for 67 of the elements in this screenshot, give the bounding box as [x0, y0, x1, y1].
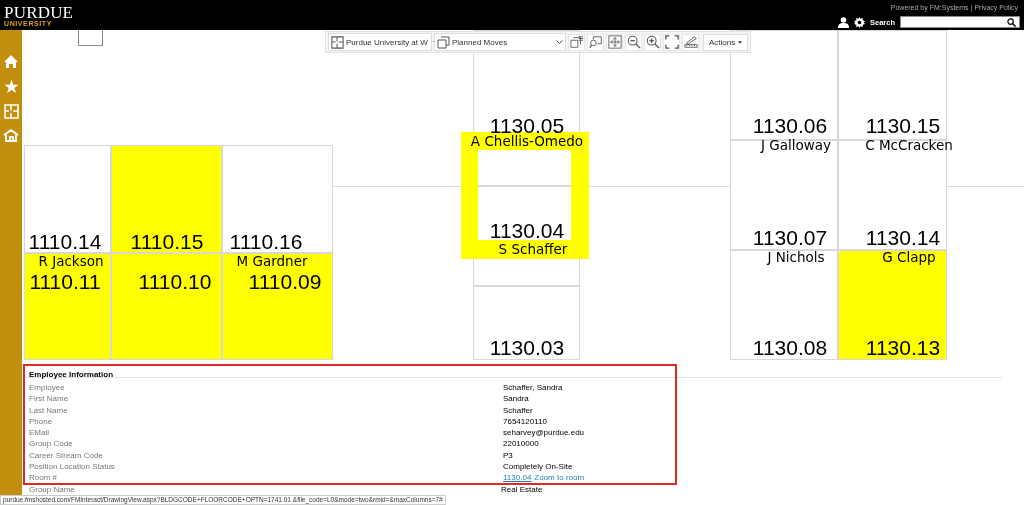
chevron-down-icon [556, 39, 563, 45]
caret-icon [738, 40, 743, 44]
occupant-name: R Jackson [38, 253, 104, 269]
room-number: 1130.14 [865, 227, 941, 249]
floorplan-icon[interactable] [3, 104, 19, 119]
field-value: Real Estate [501, 485, 543, 494]
field-value: Sandra [503, 393, 529, 405]
home-icon[interactable] [3, 54, 19, 69]
occupant-name: G Clapp [882, 249, 936, 265]
field-label: EMail [29, 427, 49, 439]
occupant-name: C McCracken [865, 137, 953, 153]
room-number: 1130.08 [752, 337, 828, 359]
layers-icon [437, 35, 450, 49]
occupant-name: S Schaffer [498, 241, 568, 257]
occupant-name: J Galloway [760, 137, 832, 153]
star-icon[interactable] [3, 79, 19, 94]
actions-button[interactable]: Actions [703, 33, 749, 51]
zoom-in-icon[interactable] [644, 33, 661, 51]
field-value: P3 [503, 449, 513, 462]
building-icon[interactable] [3, 129, 19, 142]
field-value: Completely On-Site [503, 461, 573, 473]
room-number: 1110.10 [138, 271, 212, 293]
zoom-out-icon[interactable] [625, 33, 642, 51]
room-number: 1130.03 [489, 337, 565, 359]
room-number: 1130.06 [752, 115, 828, 137]
ruler-pencil-icon[interactable] [682, 33, 699, 51]
room-number: 1110.09 [248, 271, 322, 293]
field-label: Phone [29, 415, 53, 428]
field-label: Group Name [29, 485, 75, 494]
field-label: Career Stream Code [29, 449, 103, 462]
field-label: Last Name [29, 404, 68, 416]
field-value: 7654120110 [503, 415, 547, 428]
room-number: 1110.11 [29, 271, 101, 293]
search-field[interactable] [900, 16, 1020, 28]
occupant-name: M Gardner [236, 253, 308, 269]
field-label: Employee [29, 382, 65, 394]
occupant-name: A Chellis-Omedo [470, 133, 584, 149]
room-link[interactable]: 1130.04 [503, 472, 532, 484]
occupant-name: J Nichols [767, 249, 825, 265]
layer-dropdown[interactable]: Planned Moves [434, 33, 566, 51]
field-value: seharvey@purdue.edu [503, 427, 585, 439]
room-number: 1130.04 [489, 220, 565, 242]
field-label: First Name [29, 393, 69, 405]
field-label: Room # [29, 472, 57, 484]
floorplan-icon [331, 35, 344, 49]
field-value: 22010000 [503, 438, 539, 450]
user-icon[interactable] [837, 16, 849, 28]
settings-icon[interactable] [853, 16, 865, 28]
zoom-to-room-link[interactable]: Zoom to room [534, 472, 585, 484]
room-outline [78, 30, 103, 46]
fullscreen-icon[interactable] [663, 33, 680, 51]
room-number: 1110.16 [229, 231, 303, 253]
room-number: 1130.07 [752, 227, 828, 249]
search-icon[interactable] [1007, 17, 1016, 27]
zoom-window-icon[interactable] [587, 33, 604, 51]
layers-icon[interactable] [568, 33, 585, 51]
room-number: 1130.15 [865, 115, 941, 137]
room-number: 1110.14 [28, 231, 102, 253]
site-dropdown[interactable]: Purdue University at W [328, 33, 432, 51]
field-label: Position Location Status [29, 461, 115, 473]
zoom-extents-icon[interactable] [606, 33, 623, 51]
field-value: Schaffer, Sandra [503, 382, 563, 394]
room-number: 1130.13 [865, 337, 941, 359]
panel-title: Employee Information [29, 369, 114, 380]
field-value: Schaffer [503, 404, 533, 416]
field-label: Group Code [29, 438, 73, 450]
room-number: 1110.15 [130, 231, 204, 253]
